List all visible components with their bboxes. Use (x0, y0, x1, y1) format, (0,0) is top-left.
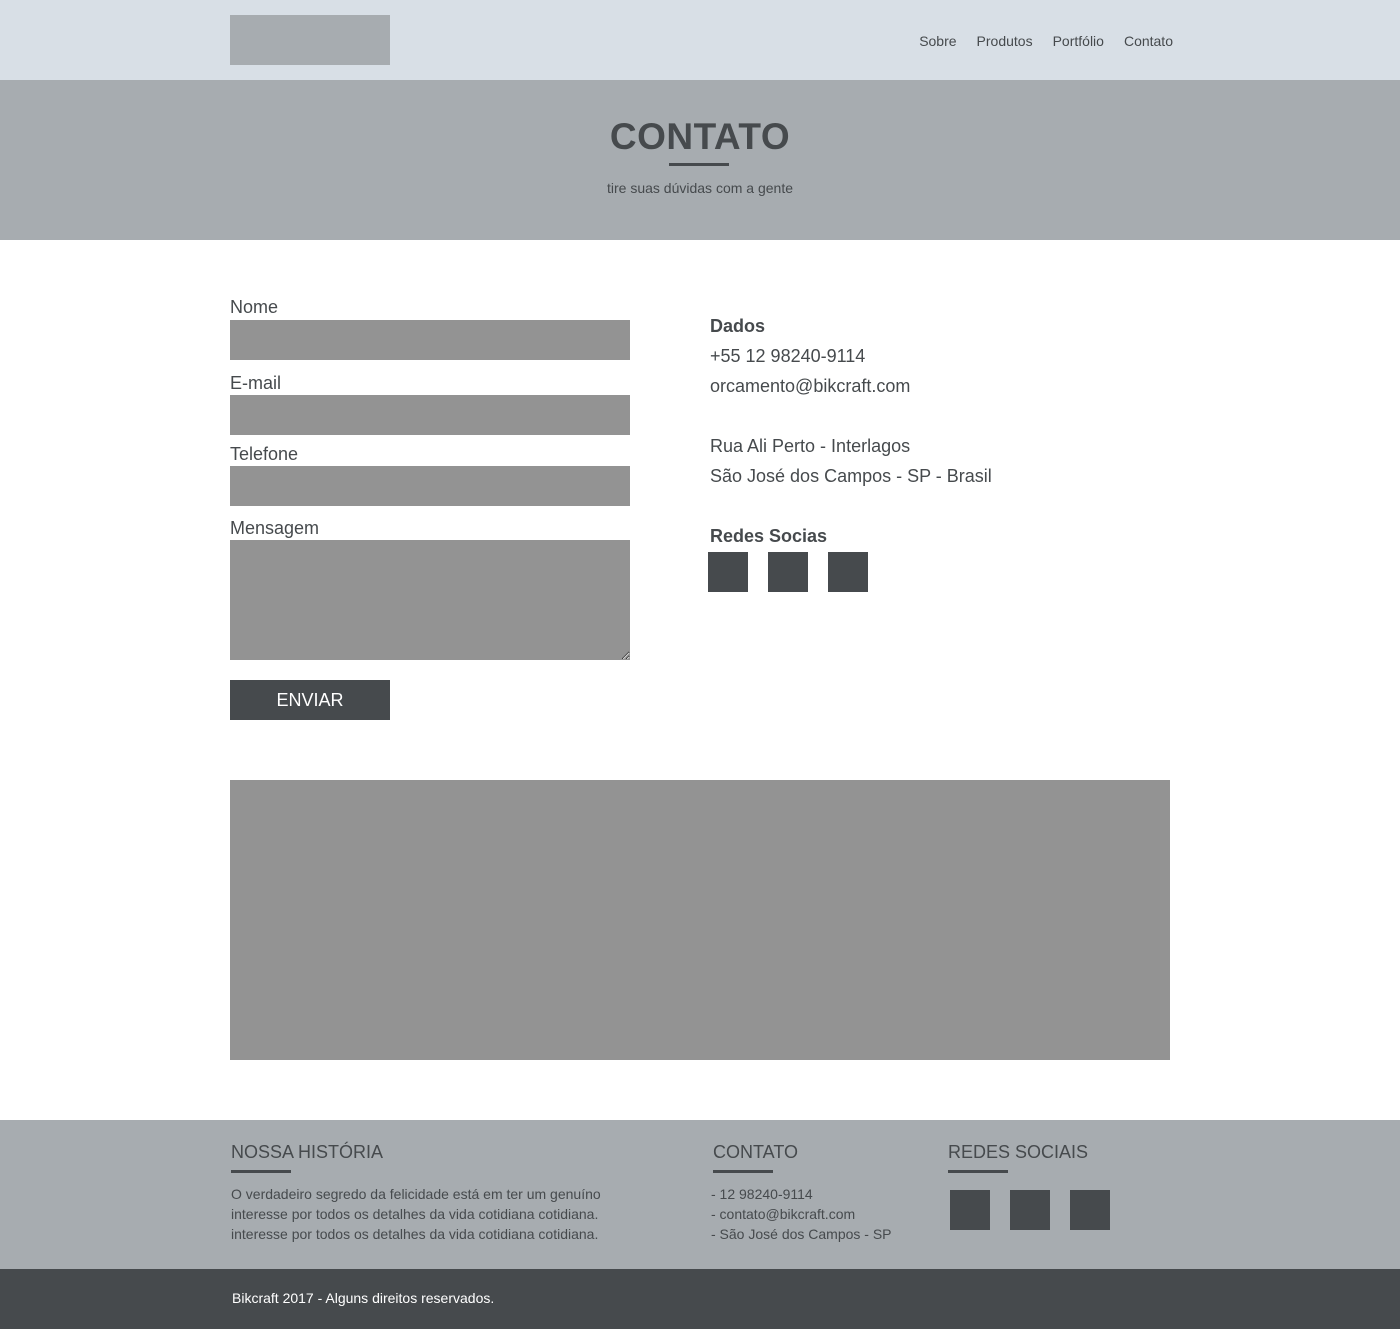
email-label: E-mail (230, 373, 282, 393)
contact-phone: +55 12 98240-9114 (710, 346, 866, 366)
footer-history-line: O verdadeiro segredo da felicidade está … (231, 1186, 601, 1202)
social-heading: Redes Socias (710, 526, 828, 546)
email-input[interactable] (230, 395, 630, 435)
nav-link-portfolio[interactable]: Portfólio (1053, 32, 1104, 50)
footer-contact-title: CONTATO (713, 1142, 798, 1162)
footer-contact-line: - contato@bikcraft.com (711, 1206, 856, 1222)
address-line-1: Rua Ali Perto - Interlagos (710, 436, 911, 456)
copyright-text: Bikcraft 2017 - Alguns direitos reservad… (232, 1290, 495, 1306)
footer-history-text: O verdadeiro segredo da felicidade está … (231, 1184, 601, 1244)
footer-history-title: NOSSA HISTÓRIA (231, 1142, 384, 1162)
message-textarea[interactable] (230, 540, 630, 660)
footer-contact-line: - 12 98240-9114 (711, 1186, 813, 1202)
footer-social-icon[interactable] (1070, 1190, 1110, 1230)
nav-link-produtos[interactable]: Produtos (977, 32, 1033, 50)
footer-title-underline (231, 1170, 291, 1173)
site-header: Sobre Produtos Portfólio Contato (0, 0, 1400, 80)
footer-title-underline (713, 1170, 773, 1173)
submit-button[interactable]: ENVIAR (230, 680, 390, 720)
contact-heading: Dados (710, 316, 766, 336)
footer-history: NOSSA HISTÓRIA O verdadeiro segredo da f… (231, 1140, 601, 1244)
name-input[interactable] (230, 320, 630, 360)
page-title: CONTATO (609, 116, 791, 157)
map-placeholder[interactable] (230, 780, 1170, 1060)
phone-label: Telefone (230, 444, 299, 464)
title-underline (669, 163, 729, 166)
logo[interactable] (230, 15, 390, 65)
nav-link-sobre[interactable]: Sobre (919, 32, 956, 50)
contact-email: orcamento@bikcraft.com (710, 376, 911, 396)
page-subtitle: tire suas dúvidas com a gente (607, 180, 793, 196)
social-icon[interactable] (828, 552, 868, 592)
social-icon[interactable] (768, 552, 808, 592)
footer-social-icon[interactable] (1010, 1190, 1050, 1230)
footer-history-line: interesse por todos os detalhes da vida … (231, 1226, 599, 1242)
name-label: Nome (230, 297, 279, 317)
copyright-bar: Bikcraft 2017 - Alguns direitos reservad… (0, 1269, 1400, 1329)
address-line-2: São José dos Campos - SP - Brasil (710, 466, 992, 486)
phone-input[interactable] (230, 466, 630, 506)
footer-contact-line: - São José dos Campos - SP (711, 1226, 892, 1242)
nav-link-contato[interactable]: Contato (1124, 32, 1173, 50)
footer-title-underline (948, 1170, 1008, 1173)
social-icon[interactable] (708, 552, 748, 592)
footer-history-line: interesse por todos os detalhes da vida … (231, 1206, 599, 1222)
site-footer: NOSSA HISTÓRIA O verdadeiro segredo da f… (0, 1120, 1400, 1269)
footer-social: REDES SOCIAIS (948, 1140, 1088, 1173)
footer-contact: CONTATO - 12 98240-9114 - contato@bikcra… (711, 1140, 892, 1244)
main-nav: Sobre Produtos Portfólio Contato (919, 32, 1173, 50)
footer-social-icon[interactable] (950, 1190, 990, 1230)
message-label: Mensagem (230, 518, 320, 538)
footer-contact-text: - 12 98240-9114 - contato@bikcraft.com -… (711, 1184, 892, 1244)
page-hero: CONTATO tire suas dúvidas com a gente (0, 80, 1400, 240)
footer-social-title: REDES SOCIAIS (948, 1142, 1089, 1162)
